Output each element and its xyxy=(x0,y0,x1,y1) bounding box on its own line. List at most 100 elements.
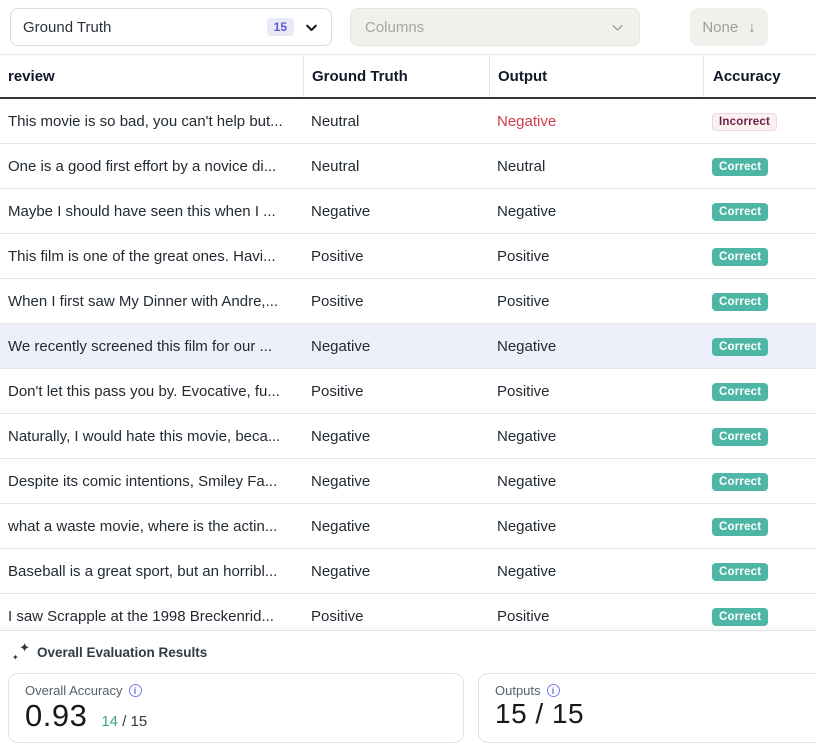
review-cell: This film is one of the great ones. Havi… xyxy=(0,248,303,265)
accuracy-badge: Correct xyxy=(712,473,768,491)
info-icon[interactable]: i xyxy=(129,684,142,697)
review-cell: This movie is so bad, you can't help but… xyxy=(0,113,303,130)
ground-truth-cell: Neutral xyxy=(303,113,489,130)
table-row[interactable]: This film is one of the great ones. Havi… xyxy=(0,234,816,279)
accuracy-badge: Correct xyxy=(712,293,768,311)
results-panel-header: ✦ ✦ Overall Evaluation Results xyxy=(0,639,816,661)
accuracy-cell: Correct xyxy=(703,382,816,401)
review-cell: Despite its comic intentions, Smiley Fa.… xyxy=(0,473,303,490)
accuracy-cell: Correct xyxy=(703,202,816,221)
accuracy-cell: Correct xyxy=(703,472,816,491)
table-header: review Ground Truth Output Accuracy xyxy=(0,55,816,99)
review-cell: Maybe I should have seen this when I ... xyxy=(0,203,303,220)
output-cell: Positive xyxy=(489,383,703,400)
outputs-card: Outputs i 15 / 15 xyxy=(478,673,816,743)
ground-truth-cell: Negative xyxy=(303,338,489,355)
table-row[interactable]: Naturally, I would hate this movie, beca… xyxy=(0,414,816,459)
header-cell-ground-truth: Ground Truth xyxy=(303,55,489,97)
review-cell: Baseball is a great sport, but an horrib… xyxy=(0,563,303,580)
accuracy-badge: Correct xyxy=(712,383,768,401)
accuracy-cell: Correct xyxy=(703,427,816,446)
accuracy-cell: Correct xyxy=(703,607,816,626)
overall-results-panel: ✦ ✦ Overall Evaluation Results Overall A… xyxy=(0,630,816,747)
table-row[interactable]: Maybe I should have seen this when I ...… xyxy=(0,189,816,234)
accuracy-badge: Correct xyxy=(712,518,768,536)
ground-truth-cell: Negative xyxy=(303,428,489,445)
ground-truth-cell: Neutral xyxy=(303,158,489,175)
ground-truth-filter-dropdown[interactable]: Ground Truth 15 xyxy=(10,8,332,46)
outputs-card-label: Outputs xyxy=(495,683,541,698)
table-row[interactable]: Despite its comic intentions, Smiley Fa.… xyxy=(0,459,816,504)
header-cell-accuracy: Accuracy xyxy=(703,55,816,97)
accuracy-badge: Incorrect xyxy=(712,113,777,131)
ground-truth-cell: Negative xyxy=(303,518,489,535)
header-cell-output: Output xyxy=(489,55,703,97)
accuracy-fraction: 14 / 15 xyxy=(101,713,147,730)
info-icon[interactable]: i xyxy=(547,684,560,697)
review-cell: We recently screened this film for our .… xyxy=(0,338,303,355)
table-row[interactable]: When I first saw My Dinner with Andre,..… xyxy=(0,279,816,324)
output-cell: Negative xyxy=(489,428,703,445)
table-row[interactable]: Baseball is a great sport, but an horrib… xyxy=(0,549,816,594)
output-cell: Negative xyxy=(489,473,703,490)
table-row[interactable]: This movie is so bad, you can't help but… xyxy=(0,99,816,144)
review-cell: Don't let this pass you by. Evocative, f… xyxy=(0,383,303,400)
table-row[interactable]: what a waste movie, where is the actin..… xyxy=(0,504,816,549)
output-cell: Negative xyxy=(489,518,703,535)
accuracy-fraction-numerator: 14 xyxy=(101,713,118,730)
output-cell: Positive xyxy=(489,293,703,310)
output-cell: Positive xyxy=(489,248,703,265)
table-row[interactable]: We recently screened this film for our .… xyxy=(0,324,816,369)
toolbar: Ground Truth 15 Columns None ↓ xyxy=(0,0,816,55)
accuracy-card-label: Overall Accuracy xyxy=(25,683,123,698)
filter-label: Ground Truth xyxy=(23,19,111,36)
overall-accuracy-card: Overall Accuracy i 0.93 14 / 15 xyxy=(8,673,464,743)
table-row[interactable]: I saw Scrapple at the 1998 Breckenrid...… xyxy=(0,594,816,630)
accuracy-fraction-denominator: 15 xyxy=(131,713,148,730)
review-cell: Naturally, I would hate this movie, beca… xyxy=(0,428,303,445)
accuracy-cell: Correct xyxy=(703,292,816,311)
review-cell: I saw Scrapple at the 1998 Breckenrid... xyxy=(0,608,303,625)
accuracy-cell: Correct xyxy=(703,247,816,266)
columns-label: Columns xyxy=(365,19,424,36)
outputs-card-label-row: Outputs i xyxy=(495,683,816,698)
output-cell: Negative xyxy=(489,338,703,355)
ground-truth-cell: Positive xyxy=(303,293,489,310)
output-cell: Neutral xyxy=(489,158,703,175)
accuracy-cell: Correct xyxy=(703,562,816,581)
accuracy-badge: Correct xyxy=(712,608,768,626)
table-row[interactable]: Don't let this pass you by. Evocative, f… xyxy=(0,369,816,414)
output-cell: Positive xyxy=(489,608,703,625)
output-cell: Negative xyxy=(489,203,703,220)
accuracy-cell: Correct xyxy=(703,157,816,176)
accuracy-badge: Correct xyxy=(712,158,768,176)
accuracy-value: 0.93 xyxy=(25,698,87,734)
sort-button[interactable]: None ↓ xyxy=(690,8,768,46)
accuracy-cell: Incorrect xyxy=(703,112,816,131)
chevron-down-icon xyxy=(610,20,625,35)
ground-truth-cell: Negative xyxy=(303,563,489,580)
columns-dropdown[interactable]: Columns xyxy=(350,8,640,46)
table-row[interactable]: One is a good first effort by a novice d… xyxy=(0,144,816,189)
arrow-down-icon: ↓ xyxy=(748,19,756,36)
ground-truth-cell: Positive xyxy=(303,608,489,625)
ground-truth-cell: Positive xyxy=(303,383,489,400)
sparkles-icon: ✦ ✦ xyxy=(12,643,30,661)
chevron-down-icon xyxy=(304,20,319,35)
filter-count-badge: 15 xyxy=(267,18,294,36)
accuracy-cell: Correct xyxy=(703,337,816,356)
review-cell: When I first saw My Dinner with Andre,..… xyxy=(0,293,303,310)
accuracy-badge: Correct xyxy=(712,563,768,581)
ground-truth-cell: Negative xyxy=(303,203,489,220)
accuracy-card-label-row: Overall Accuracy i xyxy=(25,683,447,698)
accuracy-badge: Correct xyxy=(712,428,768,446)
outputs-value: 15 / 15 xyxy=(495,698,584,730)
accuracy-card-values: 0.93 14 / 15 xyxy=(25,698,447,734)
results-panel-title: Overall Evaluation Results xyxy=(37,645,207,660)
accuracy-badge: Correct xyxy=(712,248,768,266)
ground-truth-cell: Negative xyxy=(303,473,489,490)
output-cell: Negative xyxy=(489,563,703,580)
ground-truth-cell: Positive xyxy=(303,248,489,265)
accuracy-fraction-separator: / xyxy=(122,713,126,730)
review-cell: what a waste movie, where is the actin..… xyxy=(0,518,303,535)
